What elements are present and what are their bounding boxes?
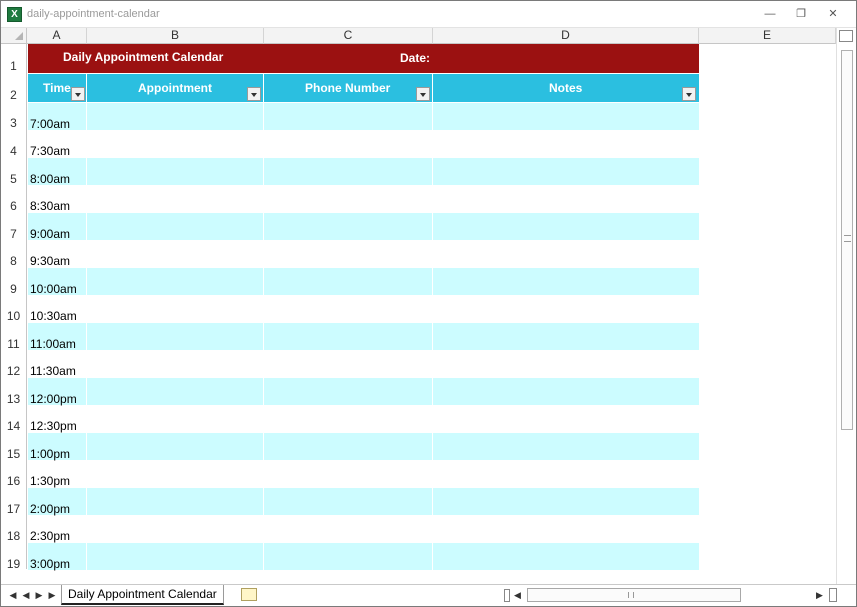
time-header[interactable]: Time	[28, 74, 87, 102]
row-band	[28, 433, 699, 460]
notes-header[interactable]: Notes	[433, 74, 699, 102]
worksheet-grid[interactable]: A B C D E Daily Appointment Calendar Dat…	[1, 28, 836, 584]
row-header[interactable]: 16	[1, 459, 27, 488]
window-title: daily-appointment-calendar	[27, 8, 160, 20]
excel-window: X daily-appointment-calendar — ❐ ✕ A B C…	[0, 0, 857, 607]
notes-header-label: Notes	[549, 81, 583, 95]
horizontal-scroll-thumb[interactable]	[527, 588, 741, 602]
row-header[interactable]: 5	[1, 157, 27, 186]
sheet-tab-daily-appointment-calendar[interactable]: Daily Appointment Calendar	[61, 585, 224, 605]
minimize-icon[interactable]: —	[762, 7, 778, 21]
column-header-c[interactable]: C	[264, 28, 433, 44]
scroll-right-icon[interactable]: ▶	[816, 590, 823, 601]
vertical-scrollbar[interactable]	[836, 28, 856, 584]
row-header[interactable]: 14	[1, 404, 27, 433]
tab-split-handle[interactable]	[504, 589, 510, 602]
appointment-header[interactable]: Appointment	[87, 74, 264, 102]
row-header[interactable]: 19	[1, 542, 27, 571]
split-box-icon[interactable]	[839, 30, 853, 42]
column-divider	[263, 103, 264, 570]
column-divider	[86, 103, 87, 570]
insert-sheet-icon[interactable]	[241, 588, 257, 601]
next-sheet-icon[interactable]: ▶	[33, 589, 45, 601]
time-cell[interactable]: 9:00am	[30, 227, 70, 241]
row-band	[28, 488, 699, 515]
view-split-handle[interactable]	[829, 588, 837, 602]
row-header[interactable]: 17	[1, 487, 27, 516]
row-band	[28, 158, 699, 185]
appointment-header-label: Appointment	[138, 81, 212, 95]
time-cell[interactable]: 10:30am	[30, 309, 77, 323]
row-header[interactable]: 9	[1, 267, 27, 296]
row-band	[28, 268, 699, 295]
time-header-label: Time	[43, 81, 71, 95]
column-header-a[interactable]: A	[27, 28, 87, 44]
row-band	[28, 543, 699, 570]
time-cell[interactable]: 10:00am	[30, 282, 77, 296]
time-cell[interactable]: 8:00am	[30, 172, 70, 186]
time-cell[interactable]: 12:00pm	[30, 392, 77, 406]
row-band	[28, 378, 699, 405]
phone-header[interactable]: Phone Number	[264, 74, 433, 102]
time-cell[interactable]: 2:00pm	[30, 502, 70, 516]
row-header[interactable]: 8	[1, 239, 27, 268]
restore-icon[interactable]: ❐	[793, 7, 809, 21]
time-filter-dropdown-icon[interactable]	[71, 87, 85, 101]
calendar-title[interactable]: Daily Appointment Calendar	[63, 50, 223, 64]
time-cell[interactable]: 2:30pm	[30, 529, 70, 543]
vertical-scroll-thumb[interactable]	[841, 50, 853, 430]
row-header[interactable]: 15	[1, 432, 27, 461]
column-header-b[interactable]: B	[87, 28, 264, 44]
time-cell[interactable]: 11:00am	[30, 337, 76, 351]
column-divider	[432, 103, 433, 570]
row-header[interactable]: 13	[1, 377, 27, 406]
title-bar: X daily-appointment-calendar — ❐ ✕	[1, 1, 856, 28]
row-header[interactable]: 6	[1, 184, 27, 213]
date-label[interactable]: Date:	[400, 51, 430, 65]
row-band	[28, 323, 699, 350]
time-cell[interactable]: 3:00pm	[30, 557, 70, 571]
last-sheet-icon[interactable]: ▶	[46, 589, 58, 601]
row-header[interactable]: 4	[1, 129, 27, 158]
time-cell[interactable]: 7:00am	[30, 117, 70, 131]
row-header[interactable]: 1	[1, 44, 27, 74]
phone-header-label: Phone Number	[305, 81, 391, 95]
row-header[interactable]: 2	[1, 74, 27, 102]
row-header[interactable]: 11	[1, 322, 27, 351]
time-cell[interactable]: 7:30am	[30, 144, 70, 158]
row-band	[28, 103, 699, 130]
time-cell[interactable]: 1:30pm	[30, 474, 70, 488]
time-cell[interactable]: 1:00pm	[30, 447, 70, 461]
appointment-filter-dropdown-icon[interactable]	[247, 87, 261, 101]
column-header-e[interactable]: E	[699, 28, 836, 44]
first-sheet-icon[interactable]: ◀	[7, 589, 19, 601]
close-icon[interactable]: ✕	[825, 7, 841, 21]
row-header[interactable]: 7	[1, 212, 27, 241]
row-band	[28, 213, 699, 240]
time-cell[interactable]: 9:30am	[30, 254, 70, 268]
row-header[interactable]: 3	[1, 102, 27, 130]
prev-sheet-icon[interactable]: ◀	[20, 589, 32, 601]
select-all-corner[interactable]	[1, 28, 27, 44]
notes-filter-dropdown-icon[interactable]	[682, 87, 696, 101]
sheet-tab-bar: ◀ ◀ ▶ ▶ Daily Appointment Calendar ◀ ▶	[1, 584, 856, 606]
time-cell[interactable]: 12:30pm	[30, 419, 77, 433]
row-header[interactable]: 18	[1, 514, 27, 543]
excel-app-icon: X	[7, 7, 22, 22]
phone-filter-dropdown-icon[interactable]	[416, 87, 430, 101]
time-cell[interactable]: 8:30am	[30, 199, 70, 213]
row-header[interactable]: 12	[1, 349, 27, 378]
time-cell[interactable]: 11:30am	[30, 364, 76, 378]
row-header[interactable]: 10	[1, 294, 27, 323]
column-header-d[interactable]: D	[433, 28, 699, 44]
scroll-left-icon[interactable]: ◀	[514, 590, 521, 601]
